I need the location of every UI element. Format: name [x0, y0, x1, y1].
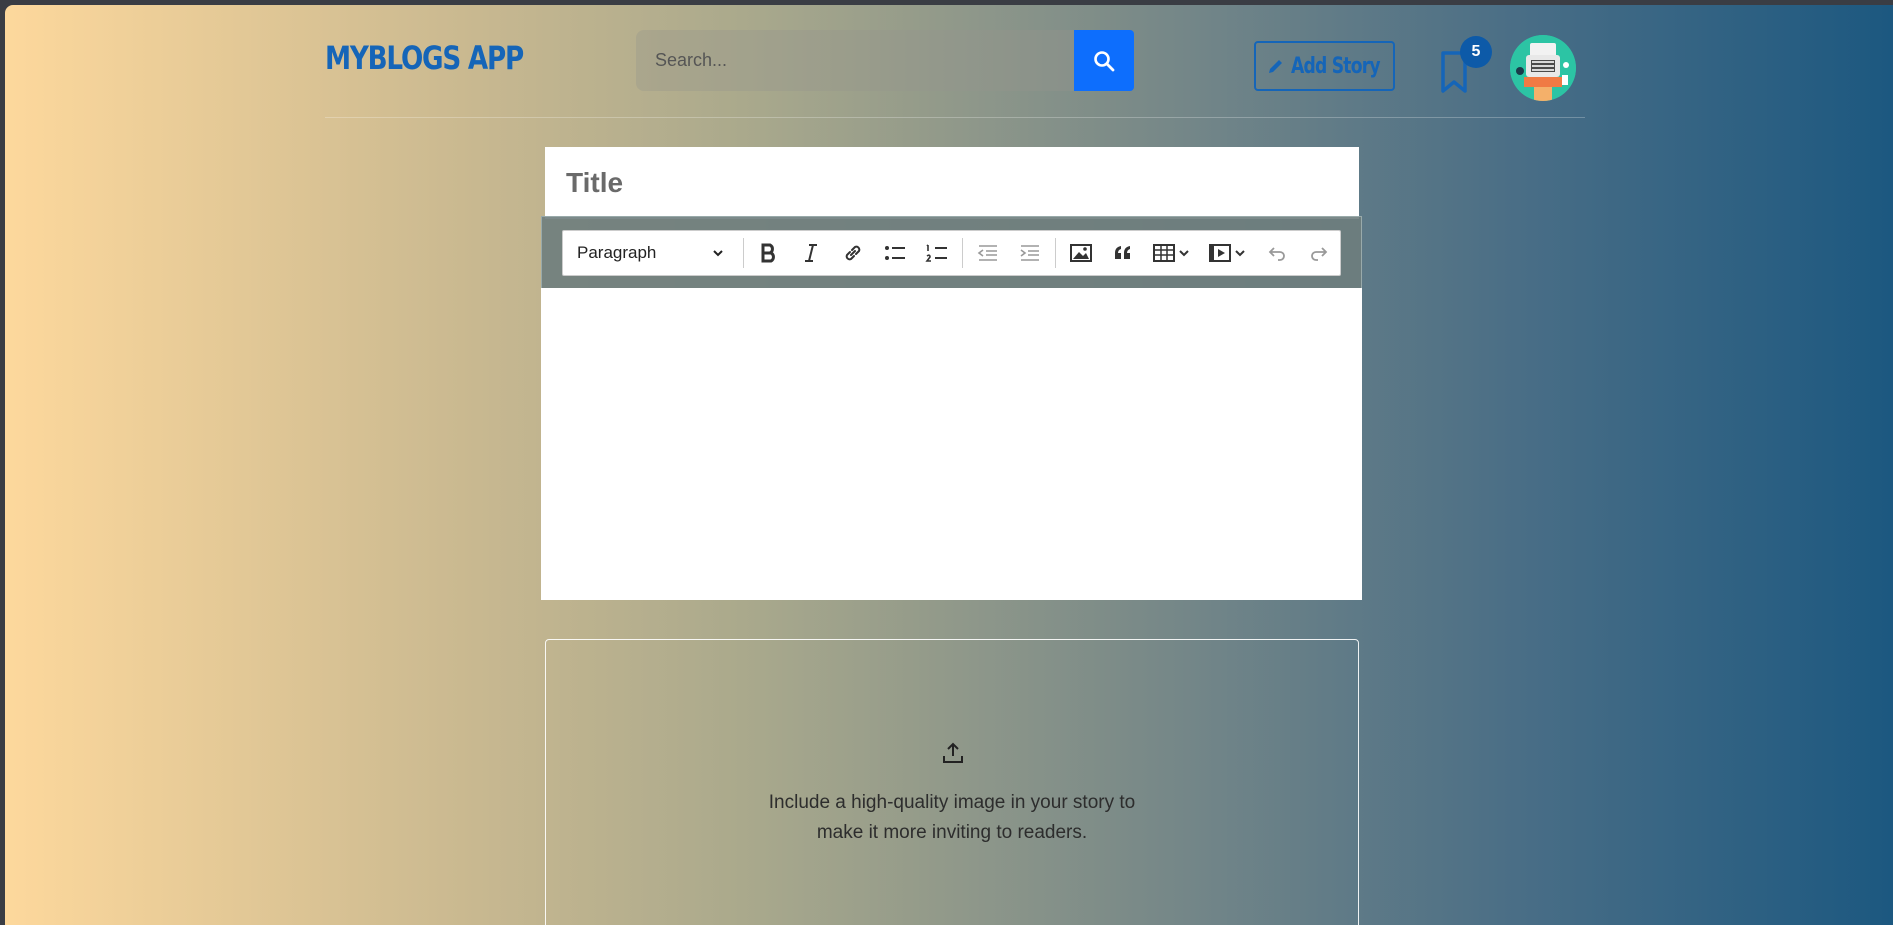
numbered-list-button[interactable] [918, 234, 956, 272]
page-viewport: MYBLOGS APP Add Story 5 [5, 5, 1893, 925]
search-bar [636, 30, 1134, 91]
bold-button[interactable] [750, 234, 788, 272]
media-embed-button[interactable] [1202, 234, 1254, 272]
bold-icon [761, 243, 775, 263]
outdent-icon [977, 245, 997, 261]
title-field [545, 147, 1359, 219]
avatar-illustration [1510, 35, 1576, 101]
table-icon [1153, 244, 1189, 262]
upload-icon [943, 742, 963, 763]
undo-button[interactable] [1258, 234, 1296, 272]
app-logo[interactable]: MYBLOGS APP [325, 39, 524, 77]
link-icon [845, 245, 861, 261]
upload-hint-line-2: make it more inviting to readers. [816, 822, 1088, 843]
search-input[interactable] [636, 30, 1074, 91]
upload-hint-text: Include a high-quality image in your sto… [546, 788, 1358, 848]
link-button[interactable] [834, 234, 872, 272]
title-input[interactable] [545, 147, 1359, 219]
toolbar-divider [962, 238, 963, 268]
add-story-label: Add Story [1290, 53, 1381, 79]
bulleted-list-icon [885, 246, 905, 260]
search-button[interactable] [1074, 30, 1134, 91]
indent-icon [1020, 245, 1039, 261]
toolbar-divider [743, 238, 744, 268]
upload-hint-line-1: Include a high-quality image in your sto… [768, 792, 1136, 813]
table-button[interactable] [1146, 234, 1198, 272]
header: MYBLOGS APP Add Story 5 [325, 5, 1585, 118]
italic-button[interactable] [792, 234, 830, 272]
italic-icon [805, 244, 817, 262]
undo-icon [1268, 247, 1285, 261]
indent-button[interactable] [1011, 234, 1049, 272]
heading-select[interactable]: Paragraph [563, 231, 739, 275]
editor-content-area[interactable] [541, 288, 1362, 600]
bulleted-list-button[interactable] [876, 234, 914, 272]
heading-select-value: Paragraph [577, 243, 657, 262]
toolbar-divider [1055, 238, 1056, 268]
redo-icon [1311, 247, 1328, 261]
avatar[interactable] [1510, 35, 1576, 101]
image-button[interactable] [1062, 234, 1100, 272]
outdent-button[interactable] [969, 234, 1007, 272]
quote-icon [1115, 246, 1130, 259]
bookmark-count-badge: 5 [1460, 36, 1492, 68]
media-icon [1209, 244, 1245, 262]
numbered-list-icon [925, 244, 947, 262]
chevron-down-icon [713, 250, 723, 257]
add-story-button[interactable]: Add Story [1254, 41, 1395, 91]
editor-toolbar: Paragraph [562, 230, 1341, 276]
search-icon [1094, 50, 1115, 71]
image-icon [1070, 244, 1092, 262]
editor-toolbar-band: Paragraph [541, 216, 1362, 289]
redo-button[interactable] [1300, 234, 1338, 272]
quote-button[interactable] [1104, 234, 1142, 272]
pencil-icon [1268, 60, 1282, 73]
image-upload-dropzone[interactable]: Include a high-quality image in your sto… [545, 639, 1359, 925]
